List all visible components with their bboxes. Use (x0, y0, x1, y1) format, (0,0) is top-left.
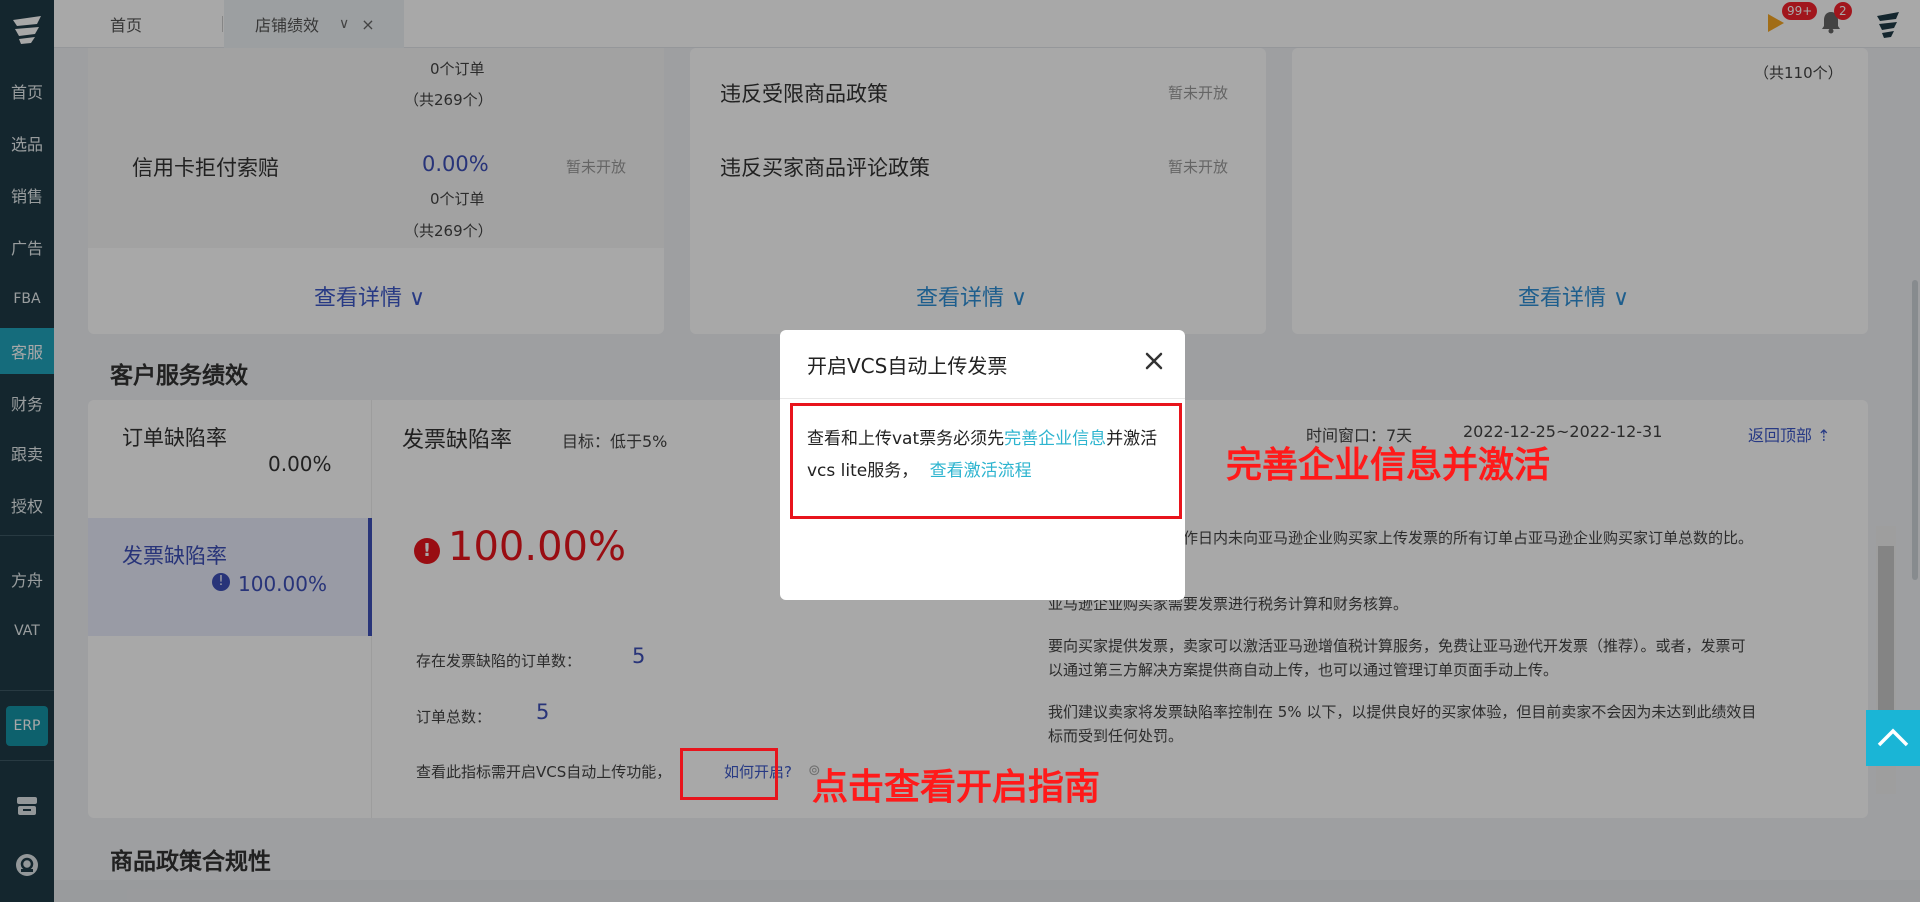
annotation-box-link (680, 748, 778, 800)
modal-divider (780, 398, 1185, 399)
annotation-text-bottom: 点击查看开启指南 (812, 767, 1101, 808)
annotation-box-modal (790, 403, 1182, 519)
annotation-text-top: 完善企业信息并激活 (1226, 445, 1551, 486)
close-icon[interactable] (1143, 350, 1165, 372)
scroll-to-top-button[interactable] (1866, 710, 1920, 766)
chevron-up-icon (1877, 728, 1909, 747)
modal-title: 开启VCS自动上传发票 (807, 354, 1008, 378)
